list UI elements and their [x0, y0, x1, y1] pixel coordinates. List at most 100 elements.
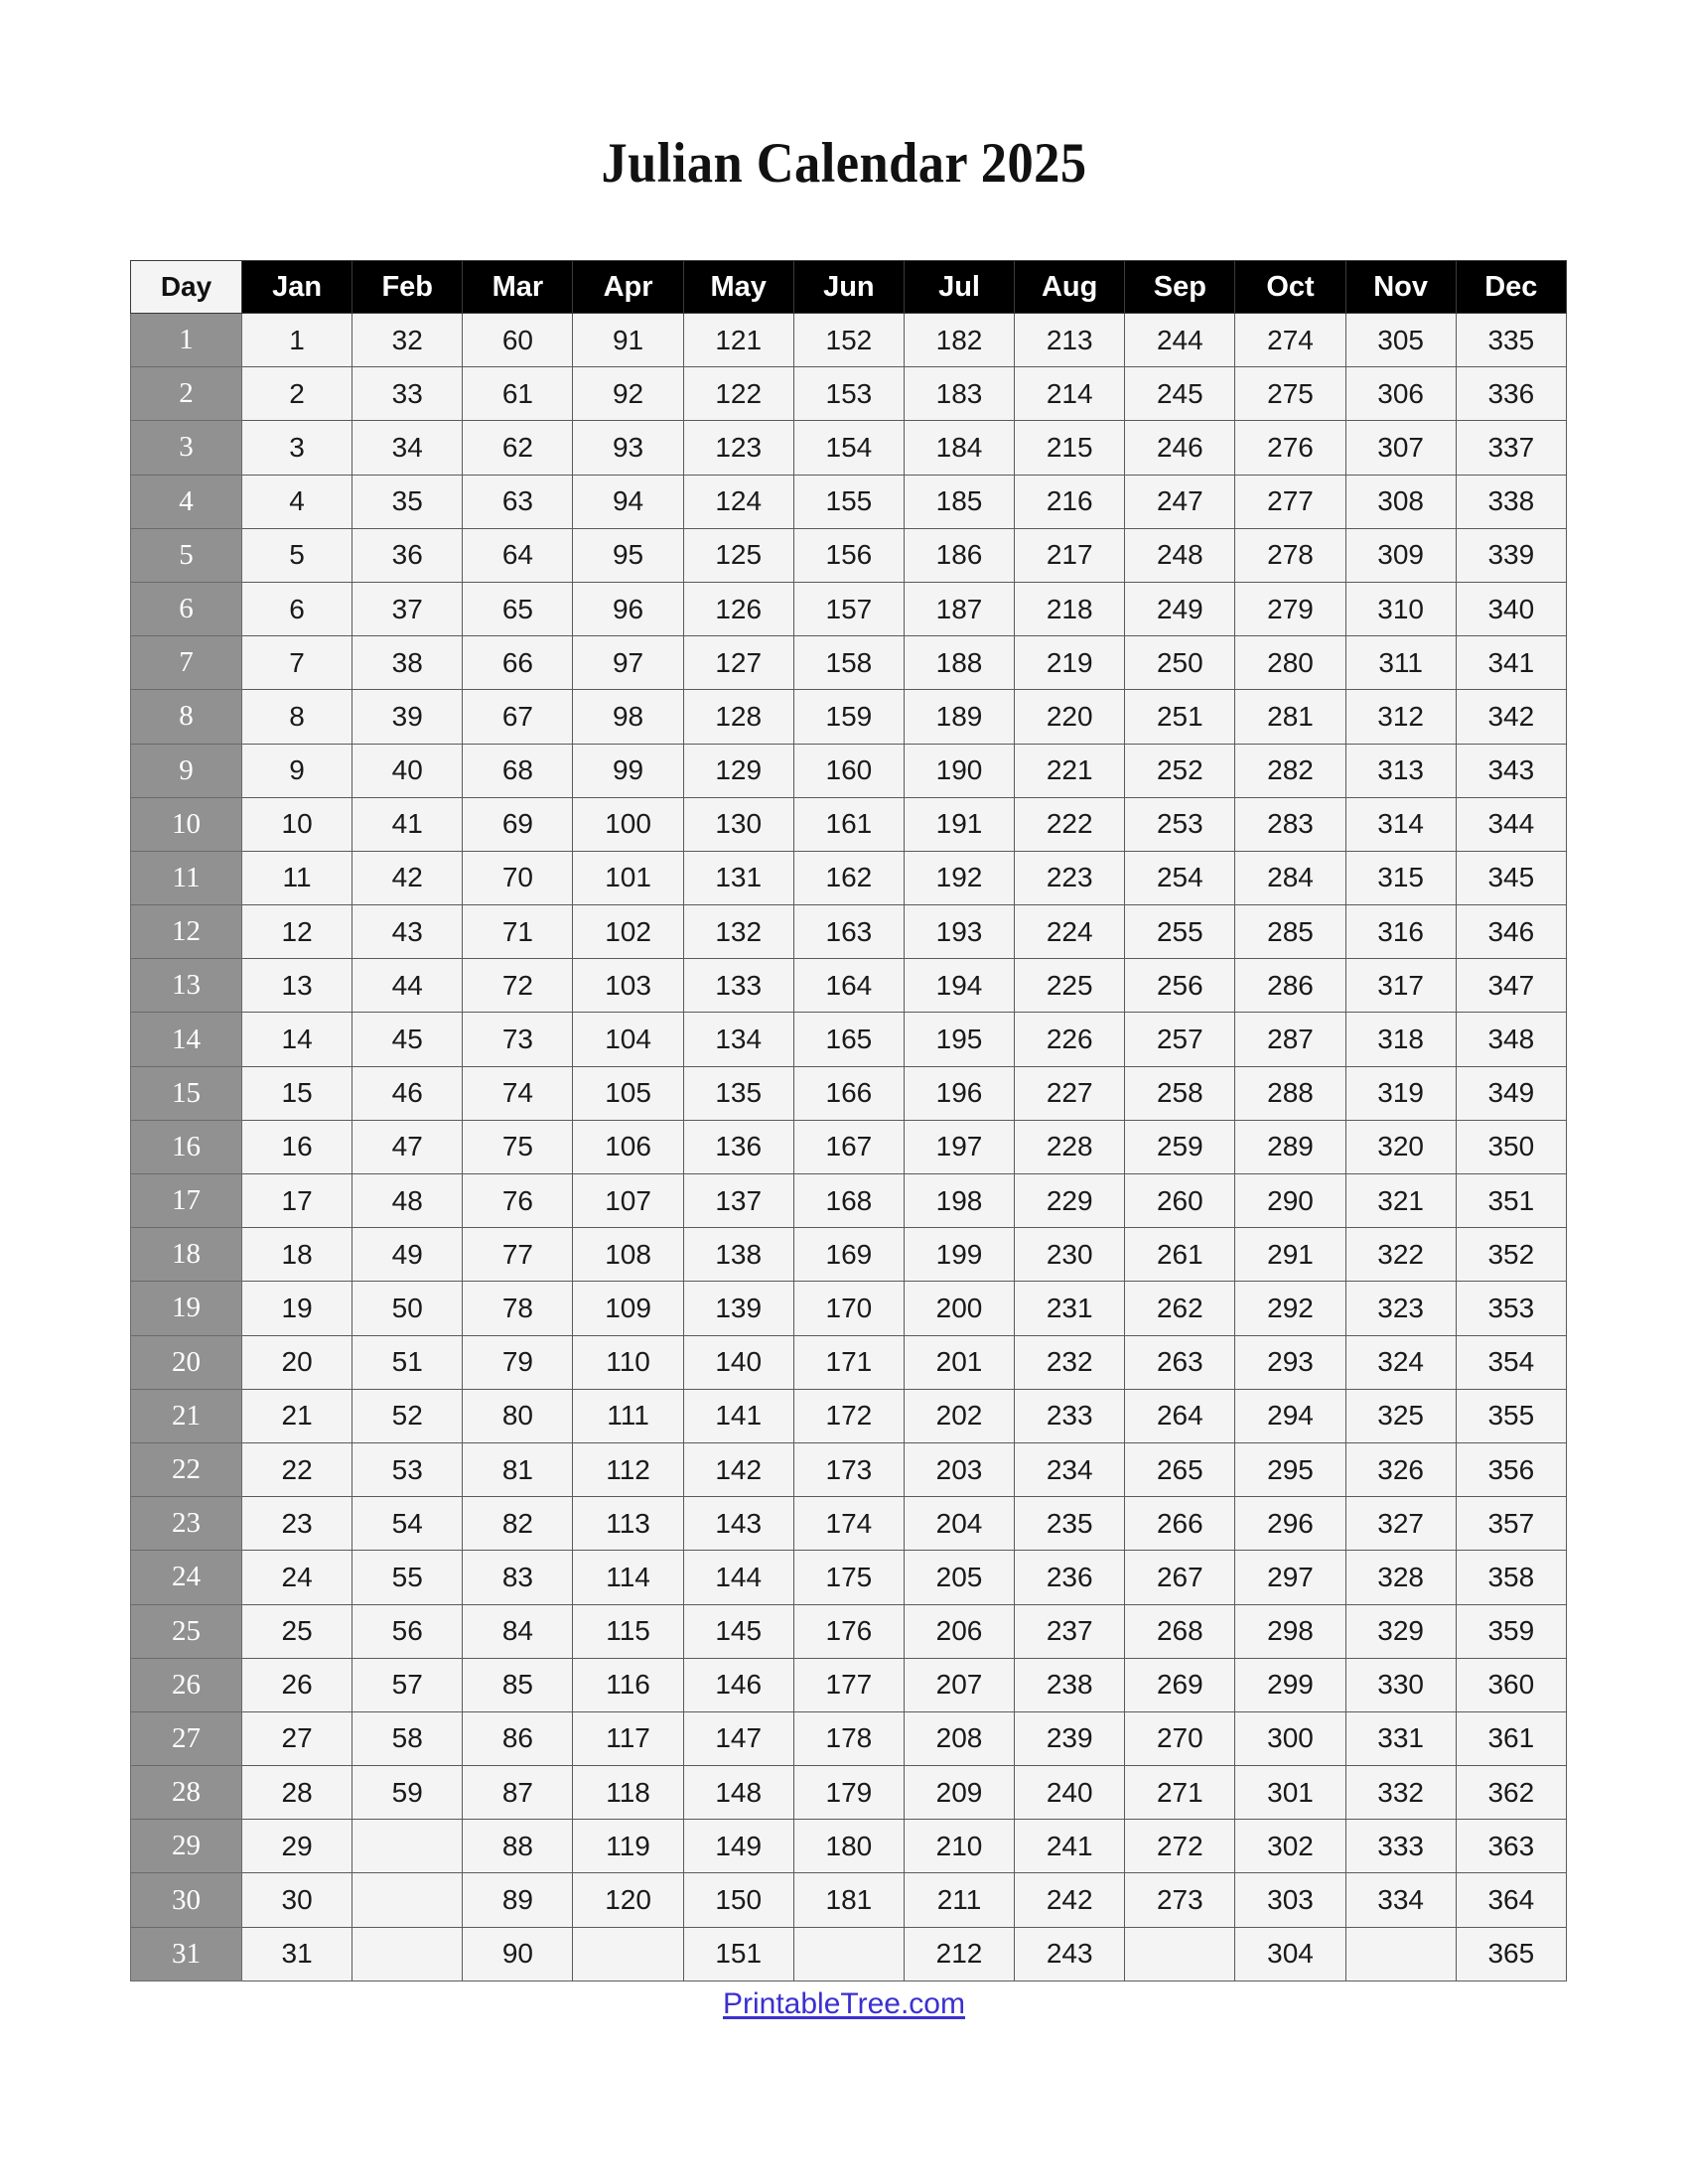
julian-day-cell: 98 [572, 689, 684, 745]
julian-day-cell: 109 [572, 1281, 684, 1336]
julian-day-cell: 83 [462, 1550, 574, 1605]
julian-day-cell: 77 [462, 1227, 574, 1283]
julian-day-cell: 236 [1014, 1550, 1126, 1605]
julian-day-cell: 25 [240, 1603, 353, 1659]
julian-day-cell: 364 [1455, 1872, 1567, 1928]
julian-day-cell: 69 [462, 796, 574, 852]
julian-day-cell: 349 [1455, 1065, 1567, 1121]
julian-day-cell: 289 [1234, 1119, 1346, 1175]
julian-day-cell: 295 [1234, 1441, 1346, 1498]
julian-day-cell: 135 [682, 1065, 794, 1121]
julian-day-cell: 309 [1344, 527, 1457, 583]
julian-day-cell: 359 [1455, 1603, 1567, 1659]
julian-day-cell: 283 [1234, 796, 1346, 852]
julian-day-cell: 72 [462, 958, 574, 1014]
julian-day-cell: 186 [903, 527, 1016, 583]
julian-day-cell: 245 [1124, 366, 1236, 422]
julian-day-cell: 333 [1344, 1819, 1457, 1874]
julian-day-cell: 74 [462, 1065, 574, 1121]
julian-day-cell: 324 [1344, 1334, 1457, 1390]
column-header-jan: Jan [240, 260, 353, 314]
table-row: 7 7 38 66 97 127 158 188 219 250 280 311 341 [130, 635, 1567, 691]
julian-day-cell: 305 [1344, 312, 1457, 368]
julian-day-cell: 229 [1014, 1172, 1126, 1229]
julian-day-cell: 106 [572, 1119, 684, 1175]
julian-day-cell: 130 [682, 796, 794, 852]
julian-day-cell: 28 [240, 1765, 353, 1821]
printabletree-link[interactable]: PrintableTree.com [723, 1987, 965, 2020]
julian-day-cell: 121 [682, 312, 794, 368]
table-row: 15 15 46 74 105 135 166 196 227 258 288 319 349 [130, 1065, 1567, 1121]
julian-day-cell: 348 [1455, 1012, 1567, 1067]
julian-day-cell: 26 [240, 1657, 353, 1712]
julian-day-cell: 142 [682, 1441, 794, 1498]
julian-day-cell: 282 [1234, 743, 1346, 798]
julian-day-cell: 73 [462, 1012, 574, 1067]
table-row: 5 5 36 64 95 125 156 186 217 248 278 309 339 [130, 527, 1567, 583]
julian-day-cell: 271 [1124, 1765, 1236, 1821]
julian-day-cell: 123 [682, 420, 794, 476]
julian-day-cell: 8 [240, 689, 353, 745]
julian-day-cell: 270 [1124, 1710, 1236, 1767]
julian-day-cell: 13 [240, 958, 353, 1014]
julian-day-cell: 3 [240, 420, 353, 476]
table-row: 13 13 44 72 103 133 164 194 225 256 286 317 347 [130, 958, 1567, 1014]
julian-day-cell: 347 [1455, 958, 1567, 1014]
julian-day-cell: 48 [352, 1172, 464, 1229]
julian-day-cell: 318 [1344, 1012, 1457, 1067]
julian-day-cell: 184 [903, 420, 1016, 476]
julian-day-cell: 334 [1344, 1872, 1457, 1928]
julian-day-cell: 136 [682, 1119, 794, 1175]
julian-day-cell: 20 [240, 1334, 353, 1390]
julian-day-cell: 22 [240, 1441, 353, 1498]
julian-day-cell: 180 [792, 1819, 905, 1874]
julian-day-cell: 183 [903, 366, 1016, 422]
julian-day-cell: 311 [1344, 635, 1457, 691]
julian-day-cell: 31 [240, 1926, 353, 1981]
julian-day-cell: 128 [682, 689, 794, 745]
julian-day-cell: 218 [1014, 581, 1126, 637]
julian-day-cell: 94 [572, 474, 684, 529]
julian-day-cell: 226 [1014, 1012, 1126, 1067]
julian-day-cell: 50 [352, 1281, 464, 1336]
julian-day-cell: 34 [352, 420, 464, 476]
julian-day-cell: 66 [462, 635, 574, 691]
julian-day-cell: 297 [1234, 1550, 1346, 1605]
footer: PrintableTree.com [0, 1987, 1688, 2021]
day-number-cell: 27 [130, 1710, 242, 1767]
julian-day-cell: 88 [462, 1819, 574, 1874]
table-row: 11 11 42 70 101 131 162 192 223 254 284 315 345 [130, 850, 1567, 906]
julian-day-cell: 70 [462, 850, 574, 906]
table-row: 8 8 39 67 98 128 159 189 220 251 281 312 342 [130, 689, 1567, 745]
julian-day-cell: 351 [1455, 1172, 1567, 1229]
julian-day-cell: 141 [682, 1388, 794, 1443]
julian-day-cell: 173 [792, 1441, 905, 1498]
julian-day-cell: 95 [572, 527, 684, 583]
julian-day-cell: 55 [352, 1550, 464, 1605]
table-row: 10 10 41 69 100 130 161 191 222 253 283 314 344 [130, 796, 1567, 852]
day-number-cell: 5 [130, 527, 242, 583]
julian-day-cell: 310 [1344, 581, 1457, 637]
julian-day-cell: 263 [1124, 1334, 1236, 1390]
julian-day-cell: 210 [903, 1819, 1016, 1874]
julian-day-cell: 108 [572, 1227, 684, 1283]
julian-day-cell: 134 [682, 1012, 794, 1067]
julian-day-cell: 286 [1234, 958, 1346, 1014]
julian-day-cell: 164 [792, 958, 905, 1014]
julian-day-cell: 16 [240, 1119, 353, 1175]
julian-day-cell: 341 [1455, 635, 1567, 691]
table-row: 26 26 57 85 116 146 177 207 238 269 299 330 360 [130, 1657, 1567, 1712]
julian-day-cell: 262 [1124, 1281, 1236, 1336]
julian-day-cell: 103 [572, 958, 684, 1014]
julian-day-cell: 6 [240, 581, 353, 637]
julian-day-cell: 165 [792, 1012, 905, 1067]
julian-day-cell: 268 [1124, 1603, 1236, 1659]
julian-day-cell: 265 [1124, 1441, 1236, 1498]
julian-day-cell: 346 [1455, 904, 1567, 960]
day-number-cell: 30 [130, 1872, 242, 1928]
table-row: 6 6 37 65 96 126 157 187 218 249 279 310 340 [130, 581, 1567, 637]
julian-day-cell: 294 [1234, 1388, 1346, 1443]
julian-day-cell: 259 [1124, 1119, 1236, 1175]
julian-day-cell: 144 [682, 1550, 794, 1605]
julian-day-cell: 273 [1124, 1872, 1236, 1928]
